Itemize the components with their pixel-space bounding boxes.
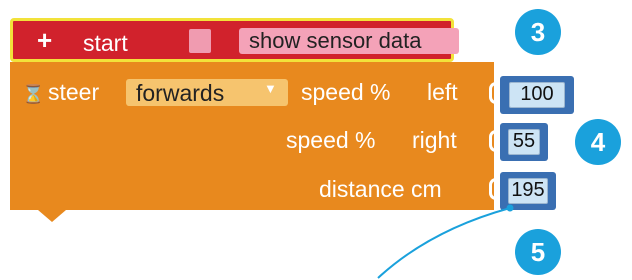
callout-badge-4: 4: [575, 119, 621, 165]
callout-badge-3: 3: [515, 9, 561, 55]
callout-badge-5: 5: [515, 229, 561, 275]
